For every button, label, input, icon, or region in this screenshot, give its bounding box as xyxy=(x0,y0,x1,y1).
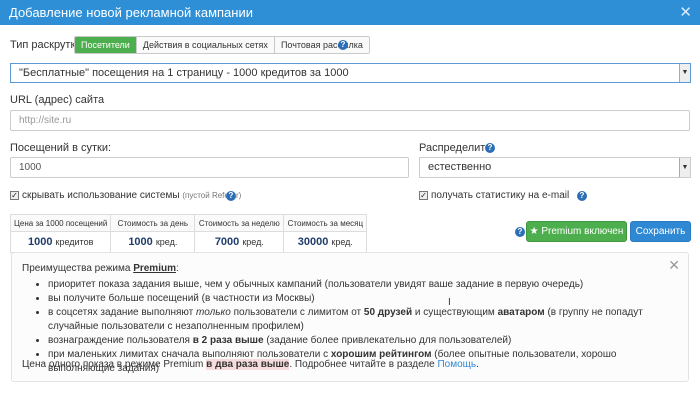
visits-input[interactable]: 1000 xyxy=(10,157,409,178)
chevron-down-icon: ▼ xyxy=(679,158,690,177)
list-item-text: аватаром xyxy=(497,307,545,318)
hide-system-checkbox[interactable]: ✓ xyxy=(10,191,19,200)
save-button[interactable]: Сохранить xyxy=(630,221,691,242)
price-cell: 30000 кред. xyxy=(283,231,368,253)
list-item-text: 50 друзей xyxy=(363,307,413,318)
list-item-text: и существующим xyxy=(412,307,498,318)
price-header: Стоимость за месяц xyxy=(283,214,368,232)
footer-end: . xyxy=(476,359,479,370)
list-item-text: в 2 раза выше xyxy=(192,335,264,346)
star-icon: ★ xyxy=(529,226,539,237)
list-item-text: приоритет показа задания выше, чем у обы… xyxy=(48,279,584,290)
premium-button[interactable]: ★ Premium включен xyxy=(526,221,627,242)
package-select[interactable]: "Бесплатные" посещения на 1 страницу - 1… xyxy=(10,63,691,83)
chevron-down-icon: ▼ xyxy=(679,64,690,82)
visits-label: Посещений в сутки: xyxy=(10,142,112,154)
distribute-select-value: естественно xyxy=(428,161,492,173)
price-header: Цена за 1000 посещений xyxy=(9,214,112,232)
price-table: Цена за 1000 посещений Стоимость за день… xyxy=(9,214,368,253)
price-cell: 1000 кредитов xyxy=(9,231,112,253)
price-cell: 1000 кред. xyxy=(110,231,196,253)
list-item: вознаграждение пользователя в 2 раза выш… xyxy=(48,334,679,348)
close-icon[interactable]: ✕ xyxy=(668,257,680,274)
list-item: вы получите больше посещений (в частност… xyxy=(48,292,679,306)
list-item-text: в соцсетях задание выполняют xyxy=(48,307,197,318)
list-item-text: (задание более привлекательно для пользо… xyxy=(263,335,512,346)
help-icon[interactable]: ? xyxy=(485,143,495,153)
email-stats-label: получать статистику на e-mail xyxy=(431,190,570,201)
promo-type-visitors[interactable]: Посетители xyxy=(75,37,137,53)
premium-info-footer: Цена одного показа в режиме Premium в дв… xyxy=(22,359,479,370)
dialog-titlebar: Добавление новой рекламной кампании ✕ xyxy=(0,0,700,25)
footer-prefix: Цена одного показа в режиме Premium xyxy=(22,359,207,370)
footer-middle: . Подробнее читайте в разделе xyxy=(289,359,438,370)
list-item: приоритет показа задания выше, чем у обы… xyxy=(48,278,679,292)
list-item-text: вы получите больше посещений (в частност… xyxy=(48,293,315,304)
help-icon[interactable]: ? xyxy=(515,227,525,237)
help-icon[interactable]: ? xyxy=(577,191,587,201)
url-input-placeholder: http://site.ru xyxy=(19,115,72,126)
price-unit: кредитов xyxy=(55,237,94,247)
premium-info-panel: ✕ Преимущества режима Premium: приоритет… xyxy=(11,252,689,382)
list-item-text: только xyxy=(196,307,231,318)
distribute-select[interactable]: естественно ▼ xyxy=(419,157,691,178)
list-item-text: вознаграждение пользователя xyxy=(48,335,193,346)
price-header: Стоимость за день xyxy=(110,214,196,232)
email-stats-checkbox[interactable]: ✓ xyxy=(419,191,428,200)
list-item-text: пользователи с лимитом от xyxy=(230,307,364,318)
premium-heading-bold: Premium xyxy=(133,263,176,274)
url-label: URL (адрес) сайта xyxy=(10,94,105,106)
package-select-value: "Бесплатные" посещения на 1 страницу - 1… xyxy=(19,67,349,79)
price-amount: 1000 xyxy=(27,236,53,248)
price-header: Стоимость за неделю xyxy=(194,214,285,232)
help-link[interactable]: Помощь xyxy=(437,359,476,370)
help-icon[interactable]: ? xyxy=(226,191,236,201)
help-icon[interactable]: ? xyxy=(338,40,348,50)
price-unit: кред. xyxy=(331,237,353,247)
distribute-label: Распределить: xyxy=(419,142,495,154)
price-unit: кред. xyxy=(155,237,178,247)
price-amount: 7000 xyxy=(214,236,240,248)
premium-info-heading: Преимущества режима Premium: xyxy=(22,263,179,274)
promo-type-email[interactable]: Почтовая рассылка xyxy=(274,37,369,53)
premium-heading-prefix: Преимущества режима xyxy=(22,263,131,274)
hide-system-label: скрывать использование системы (пустой R… xyxy=(22,190,241,201)
hide-system-label-text: скрывать использование системы xyxy=(22,190,180,201)
visits-input-value: 1000 xyxy=(19,162,42,173)
footer-highlight: в два раза выше xyxy=(206,359,290,370)
url-input[interactable]: http://site.ru xyxy=(10,110,690,131)
close-icon[interactable]: ✕ xyxy=(679,3,692,21)
list-item: в соцсетях задание выполняют только поль… xyxy=(48,306,679,334)
price-amount: 1000 xyxy=(128,236,153,248)
text-cursor-icon: I xyxy=(448,297,451,308)
price-amount: 30000 xyxy=(297,236,329,248)
promo-type-selector: Посетители Действия в социальных сетях П… xyxy=(74,36,370,54)
price-cell: 7000 кред. xyxy=(194,231,285,253)
premium-button-label: Premium включен xyxy=(541,226,624,237)
promo-type-social[interactable]: Действия в социальных сетях xyxy=(136,37,275,53)
dialog-title: Добавление новой рекламной кампании xyxy=(9,5,253,20)
price-unit: кред. xyxy=(242,237,264,247)
premium-heading-suffix: : xyxy=(175,263,179,274)
